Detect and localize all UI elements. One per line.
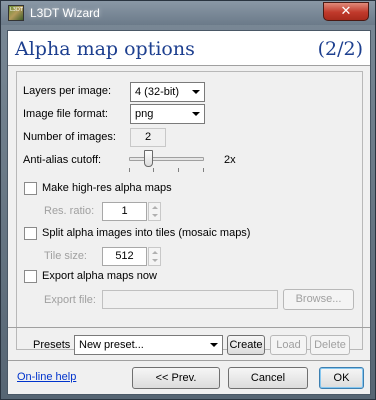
presets-value: New preset... bbox=[79, 339, 144, 351]
footer-divider bbox=[8, 360, 370, 361]
presets-select[interactable]: New preset... bbox=[74, 335, 223, 355]
options-panel: Layers per image: 4 (32-bit) Image file … bbox=[16, 71, 363, 350]
layers-per-image-select[interactable]: 4 (32-bit) bbox=[130, 82, 205, 102]
prev-button[interactable]: << Prev. bbox=[132, 367, 220, 389]
spin-down-icon bbox=[152, 259, 158, 262]
wizard-client-area: Alpha map options (2/2) Layers per image… bbox=[7, 30, 371, 395]
spin-up-icon bbox=[152, 251, 158, 254]
tile-size-label: Tile size: bbox=[44, 250, 87, 262]
res-ratio-spinner[interactable] bbox=[148, 202, 161, 221]
export-file-label: Export file: bbox=[44, 294, 96, 306]
chevron-down-icon bbox=[192, 90, 200, 94]
layers-per-image-label: Layers per image: bbox=[23, 85, 112, 97]
close-button[interactable]: ✕ bbox=[323, 2, 369, 21]
image-file-format-value: png bbox=[135, 108, 154, 120]
slider-tick bbox=[203, 168, 204, 172]
split-tiles-label[interactable]: Split alpha images into tiles (mosaic ma… bbox=[42, 227, 250, 239]
chevron-down-icon bbox=[210, 343, 218, 347]
page-title: Alpha map options bbox=[15, 38, 195, 60]
browse-button[interactable]: Browse... bbox=[283, 289, 354, 310]
wizard-window: L3DT L3DT Wizard ✕ Alpha map options (2/… bbox=[0, 0, 376, 400]
split-tiles-checkbox[interactable] bbox=[24, 227, 37, 240]
delete-preset-button[interactable]: Delete bbox=[310, 335, 350, 355]
close-icon: ✕ bbox=[340, 4, 352, 19]
slider-tick bbox=[129, 168, 130, 172]
tile-size-input[interactable]: 512 bbox=[102, 247, 147, 266]
export-file-input[interactable] bbox=[102, 290, 278, 309]
presets-divider bbox=[8, 327, 370, 328]
spin-down-icon bbox=[152, 214, 158, 217]
slider-tick bbox=[153, 168, 154, 172]
anti-alias-slider-thumb[interactable] bbox=[143, 150, 153, 167]
window-title: L3DT Wizard bbox=[30, 6, 100, 20]
app-icon-label: L3DT bbox=[10, 7, 23, 13]
spin-up-icon bbox=[152, 206, 158, 209]
image-file-format-select[interactable]: png bbox=[130, 104, 205, 124]
create-preset-button[interactable]: Create bbox=[227, 335, 265, 355]
export-now-checkbox[interactable] bbox=[24, 270, 37, 283]
online-help-link[interactable]: On-line help bbox=[17, 371, 76, 383]
high-res-checkbox[interactable] bbox=[24, 182, 37, 195]
step-indicator: (2/2) bbox=[317, 38, 363, 60]
presets-label: Presets bbox=[33, 339, 71, 351]
chevron-down-icon bbox=[192, 112, 200, 116]
anti-alias-slider-ticks bbox=[129, 168, 204, 172]
number-of-images-label: Number of images: bbox=[23, 131, 116, 143]
cancel-button[interactable]: Cancel bbox=[228, 367, 308, 389]
slider-tick bbox=[178, 168, 179, 172]
tile-size-spinner[interactable] bbox=[148, 247, 161, 266]
res-ratio-input[interactable]: 1 bbox=[102, 202, 147, 221]
anti-alias-slider-track[interactable] bbox=[129, 157, 204, 161]
anti-alias-value: 2x bbox=[224, 154, 236, 166]
number-of-images-field: 2 bbox=[130, 128, 166, 147]
high-res-label[interactable]: Make high-res alpha maps bbox=[42, 182, 172, 194]
layers-per-image-value: 4 (32-bit) bbox=[135, 86, 180, 98]
wizard-header: Alpha map options (2/2) bbox=[8, 31, 370, 66]
anti-alias-cutoff-label: Anti-alias cutoff: bbox=[23, 154, 102, 166]
ok-button[interactable]: OK bbox=[319, 367, 364, 389]
title-bar[interactable]: L3DT L3DT Wizard ✕ bbox=[1, 1, 375, 25]
export-now-label[interactable]: Export alpha maps now bbox=[42, 270, 157, 282]
image-file-format-label: Image file format: bbox=[23, 108, 108, 120]
app-icon: L3DT bbox=[8, 5, 24, 21]
res-ratio-label: Res. ratio: bbox=[44, 205, 95, 217]
load-preset-button[interactable]: Load bbox=[270, 335, 307, 355]
